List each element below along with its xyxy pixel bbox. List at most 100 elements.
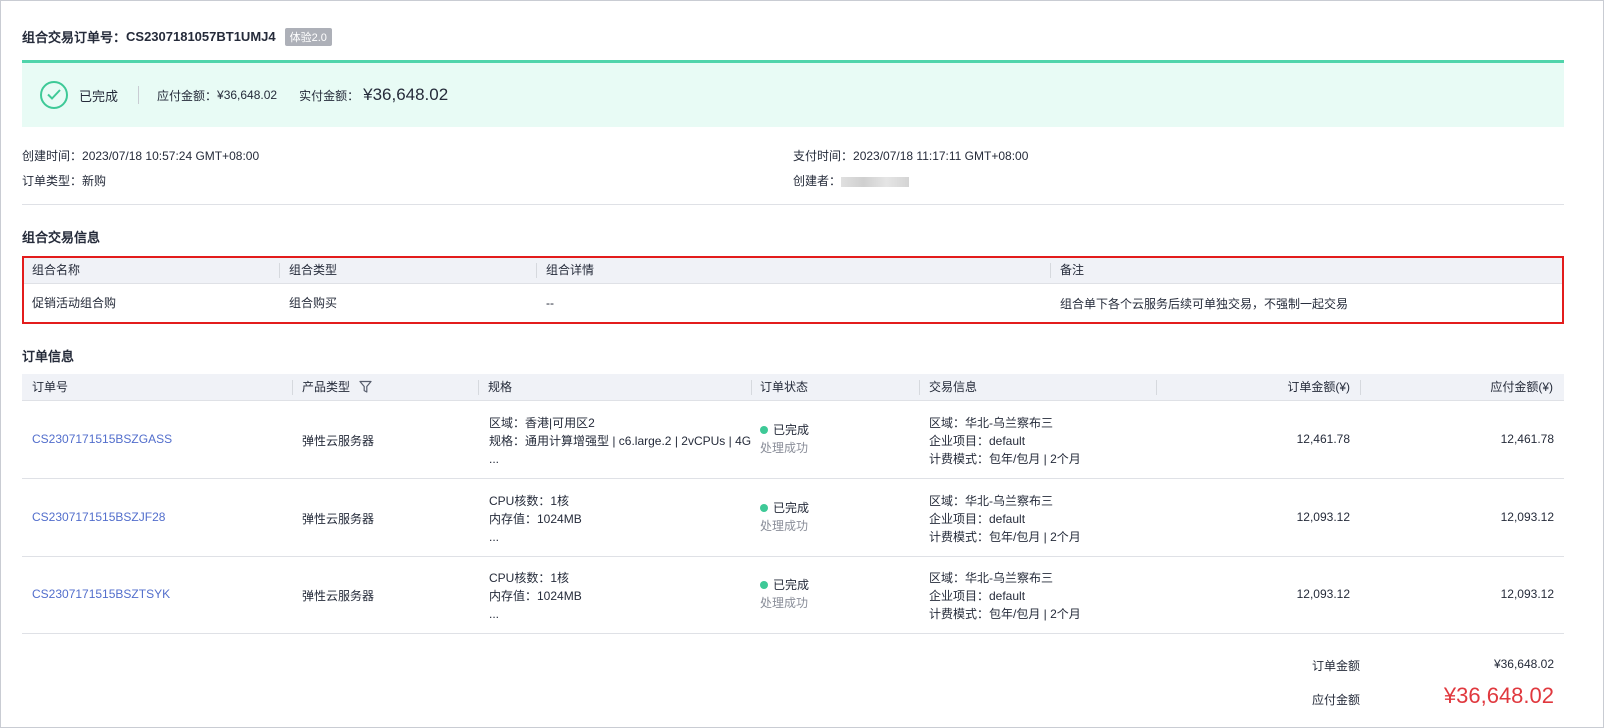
trade-line: 企业项目：default — [929, 512, 1026, 526]
table-row: CS2307171515BSZJF28 弹性云服务器 CPU核数：1核 内存值：… — [22, 479, 1564, 557]
trade-line: 区域：华北-乌兰察布三 — [929, 571, 1053, 585]
spec-line: CPU核数：1核 — [489, 571, 570, 585]
spec-line: 内存值：1024MB — [489, 589, 582, 603]
summary-payable-value: ¥36,648.02 — [1443, 683, 1554, 708]
spec-line: CPU核数：1核 — [489, 494, 570, 508]
header-order-status: 订单状态 — [760, 380, 809, 394]
table-row: 促销活动组合购 组合购买 -- 组合单下各个云服务后续可单独交易，不强制一起交易 — [24, 284, 1562, 322]
order-id-link[interactable]: CS2307171515BSZJF28 — [32, 510, 165, 524]
header-payable-amount: 应付金额(¥) — [1490, 380, 1553, 394]
check-circle-icon — [40, 81, 68, 109]
header-order-no: 订单号 — [32, 380, 69, 394]
status-badge: 已完成 — [760, 421, 809, 439]
spec-more: ... — [489, 530, 500, 544]
summary-order-amount: 订单金额 ¥36,648.02 — [22, 657, 1564, 675]
summary-payable-amount: 应付金额 ¥36,648.02 — [22, 683, 1564, 713]
trade-line: 区域：华北-乌兰察布三 — [929, 416, 1053, 430]
status-dot — [760, 503, 768, 512]
created-time: 创建时间：2023/07/18 10:57:24 GMT+08:00 — [22, 144, 259, 169]
column-separator — [292, 380, 293, 395]
order-meta-right: 支付时间：2023/07/18 11:17:11 GMT+08:00 创建者： — [793, 144, 1028, 194]
combo-header-name: 组合名称 — [32, 263, 81, 277]
combo-order-number: CS2307181057BT1UMJ4 — [126, 29, 276, 44]
summary-order-amount-value: ¥36,648.02 — [1493, 657, 1554, 671]
spec-cell: CPU核数：1核 内存值：1024MB ... — [489, 492, 751, 546]
status-dot — [760, 580, 768, 589]
title-label: 组合交易订单号： — [22, 30, 127, 45]
creator-label: 创建者： — [793, 174, 842, 188]
combo-header-type: 组合类型 — [289, 263, 338, 277]
trade-line: 计费模式：包年/包月 | 2个月 — [929, 607, 1081, 621]
status-cell: 已完成 处理成功 — [760, 576, 809, 612]
created-time-value: 2023/07/18 10:57:24 GMT+08:00 — [82, 149, 260, 163]
header-product-type-label: 产品类型 — [302, 380, 351, 394]
payable-amount-cell: 12,461.78 — [1500, 432, 1554, 446]
column-separator — [1156, 380, 1157, 395]
sub-status-label: 处理成功 — [760, 441, 809, 455]
orders-table-header: 订单号 产品类型 规格 订单状态 交易信息 订单金额(¥) 应付金额(¥) — [22, 374, 1564, 401]
column-separator — [919, 380, 920, 395]
header-product-type: 产品类型 — [302, 374, 372, 400]
status-cell: 已完成 处理成功 — [760, 421, 809, 457]
column-separator — [279, 263, 280, 278]
product-type-cell: 弹性云服务器 — [302, 434, 375, 448]
column-separator — [751, 380, 752, 395]
trade-line: 计费模式：包年/包月 | 2个月 — [929, 452, 1081, 466]
version-badge: 体验2.0 — [284, 27, 332, 46]
paid-label: 实付金额： — [299, 88, 360, 103]
header-spec: 规格 — [488, 380, 513, 394]
order-amount-cell: 12,093.12 — [1296, 510, 1350, 524]
filter-icon[interactable] — [359, 380, 372, 393]
paid-time: 支付时间：2023/07/18 11:17:11 GMT+08:00 — [793, 144, 1028, 169]
combo-header-detail: 组合详情 — [546, 263, 595, 277]
combo-type-cell: 组合购买 — [289, 296, 338, 310]
trade-info-cell: 区域：华北-乌兰察布三 企业项目：default 计费模式：包年/包月 | 2个… — [929, 569, 1081, 623]
combo-info-table: 组合名称 组合类型 组合详情 备注 促销活动组合购 组合购买 -- 组合单下各个… — [22, 256, 1564, 324]
combo-header-remark: 备注 — [1060, 263, 1085, 277]
column-separator — [478, 380, 479, 395]
order-type-value: 新购 — [82, 174, 107, 188]
combo-section-title: 组合交易信息 — [22, 230, 101, 245]
paid-time-value: 2023/07/18 11:17:11 GMT+08:00 — [853, 149, 1029, 163]
order-amount-cell: 12,461.78 — [1296, 432, 1350, 446]
section-divider — [22, 204, 1564, 205]
order-status-text: 已完成 — [79, 88, 119, 104]
spec-line: 区域：香港|可用区2 — [489, 416, 595, 430]
combo-table-header: 组合名称 组合类型 组合详情 备注 — [24, 258, 1562, 284]
status-label: 已完成 — [773, 501, 810, 515]
payable-amount-cell: 12,093.12 — [1500, 587, 1554, 601]
trade-line: 企业项目：default — [929, 589, 1026, 603]
sub-status-label: 处理成功 — [760, 519, 809, 533]
status-dot — [760, 425, 768, 434]
payable-value: ¥36,648.02 — [217, 88, 278, 102]
header-trade-info: 交易信息 — [929, 380, 978, 394]
header-order-amount: 订单金额(¥) — [1287, 380, 1350, 394]
trade-line: 计费模式：包年/包月 | 2个月 — [929, 530, 1081, 544]
divider — [138, 86, 140, 104]
created-time-label: 创建时间： — [22, 149, 83, 163]
column-separator — [1050, 263, 1051, 278]
orders-section-title: 订单信息 — [22, 349, 75, 364]
order-meta-left: 创建时间：2023/07/18 10:57:24 GMT+08:00 订单类型：… — [22, 144, 259, 194]
payable-label: 应付金额： — [157, 88, 218, 103]
order-id-link[interactable]: CS2307171515BSZTSYK — [32, 587, 170, 601]
status-banner: 已完成 应付金额： ¥36,648.02 实付金额： ¥36,648.02 — [22, 60, 1564, 127]
sub-status-label: 处理成功 — [760, 596, 809, 610]
page-title: 组合交易订单号： CS2307181057BT1UMJ4 体验2.0 — [22, 27, 332, 46]
order-id-link[interactable]: CS2307171515BSZGASS — [32, 432, 172, 446]
product-type-cell: 弹性云服务器 — [302, 512, 375, 526]
trade-line: 区域：华北-乌兰察布三 — [929, 494, 1053, 508]
product-type-cell: 弹性云服务器 — [302, 589, 375, 603]
table-row: CS2307171515BSZGASS 弹性云服务器 区域：香港|可用区2 规格… — [22, 401, 1564, 479]
summary-order-amount-label: 订单金额 — [1312, 659, 1361, 673]
status-cell: 已完成 处理成功 — [760, 499, 809, 535]
combo-name-cell: 促销活动组合购 — [32, 296, 117, 310]
trade-info-cell: 区域：华北-乌兰察布三 企业项目：default 计费模式：包年/包月 | 2个… — [929, 414, 1081, 468]
spec-cell: CPU核数：1核 内存值：1024MB ... — [489, 569, 751, 623]
paid-value: ¥36,648.02 — [363, 85, 449, 104]
status-label: 已完成 — [773, 578, 810, 592]
order-type-label: 订单类型： — [22, 174, 83, 188]
combo-detail-cell: -- — [546, 296, 554, 310]
order-type: 订单类型：新购 — [22, 169, 259, 194]
spec-cell: 区域：香港|可用区2 规格：通用计算增强型 | c6.large.2 | 2vC… — [489, 414, 751, 468]
